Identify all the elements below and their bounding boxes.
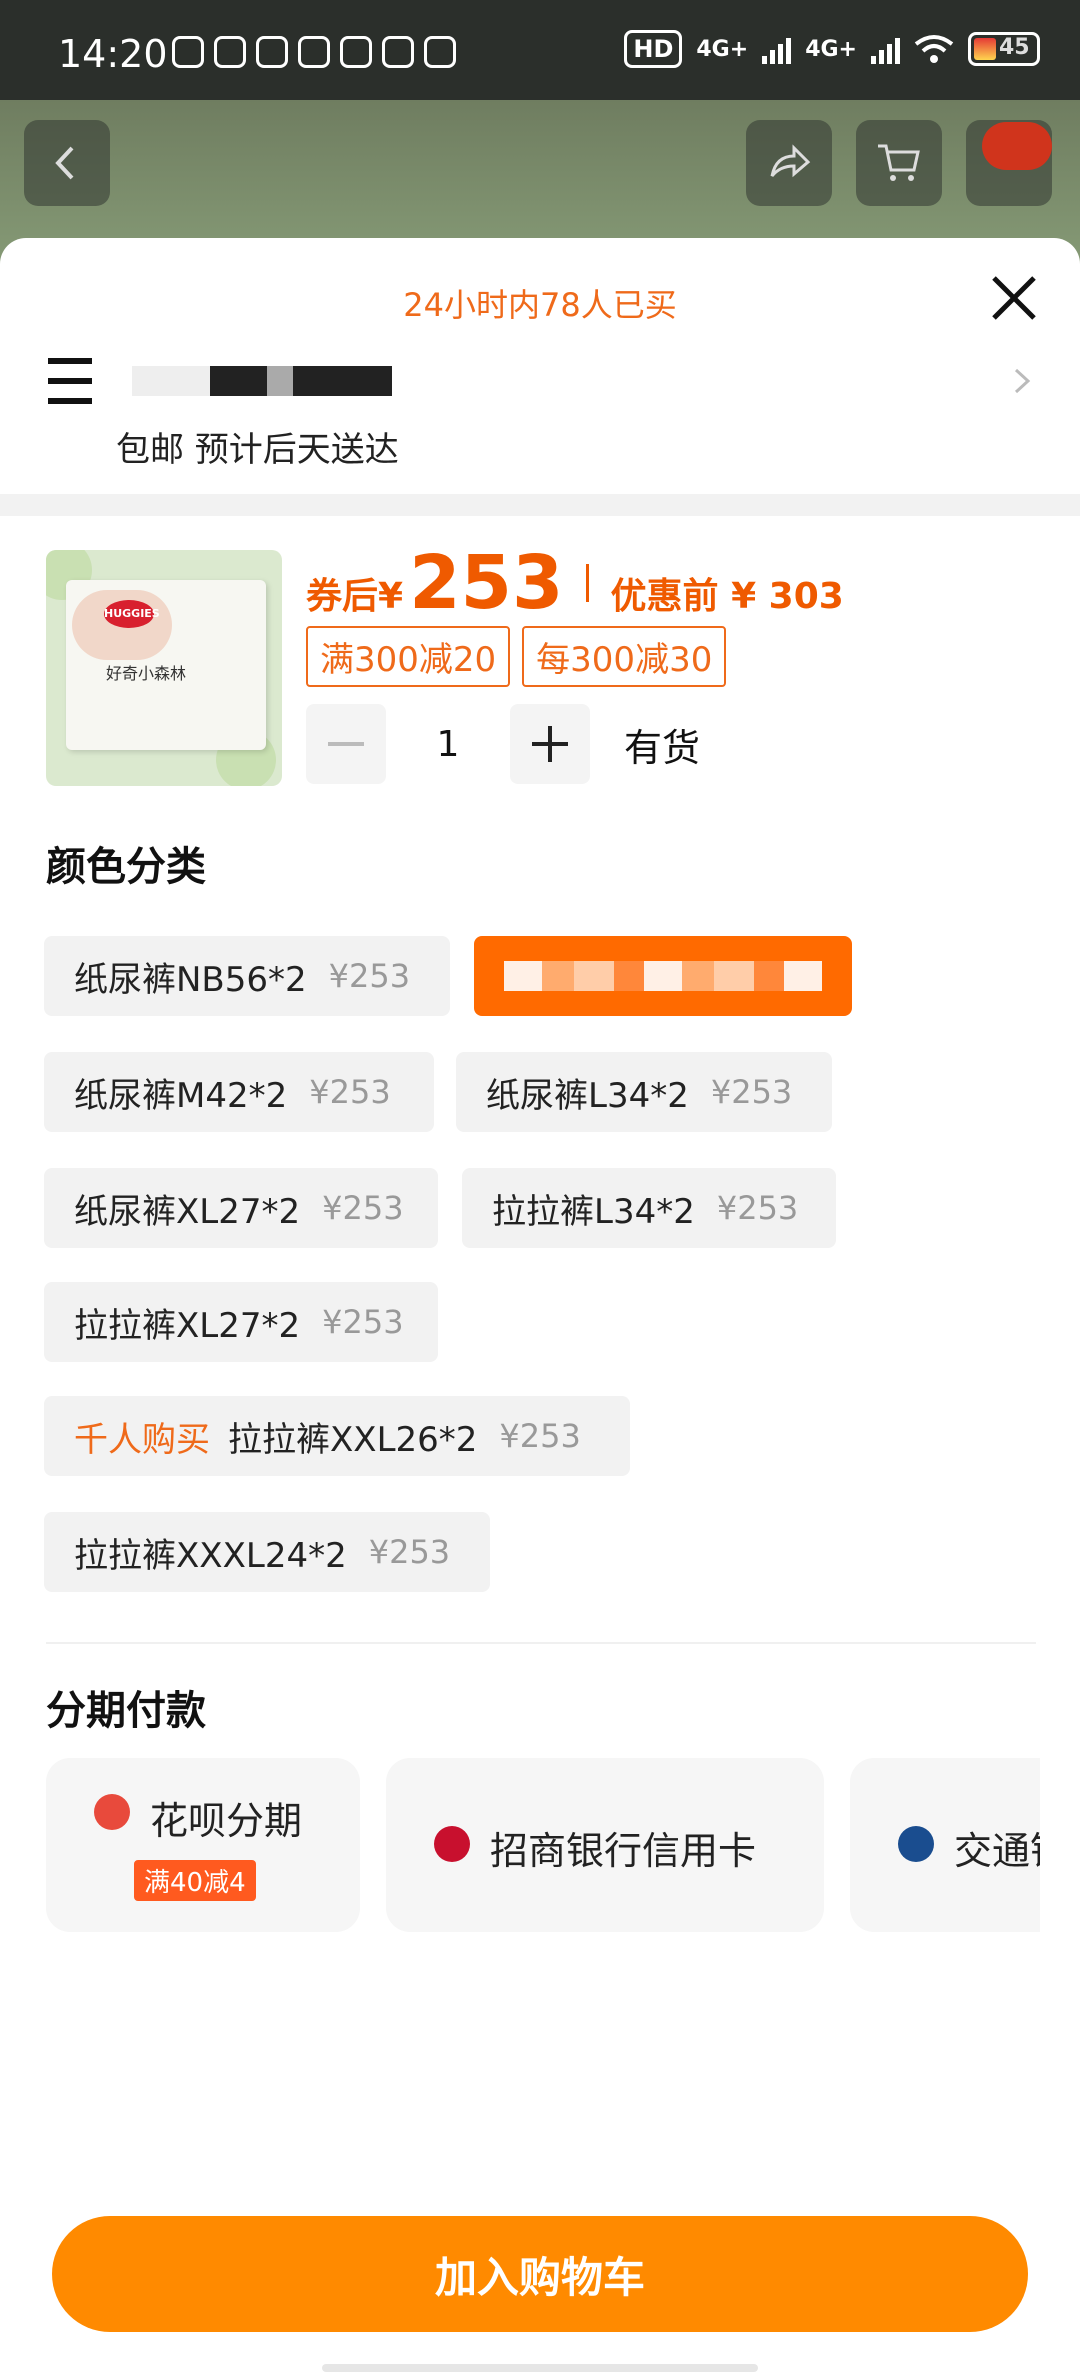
app-notification-icon bbox=[424, 36, 456, 68]
app-notification-icon bbox=[214, 36, 246, 68]
notification-icons bbox=[172, 36, 456, 68]
bought-notice: 24小时内78人已买 bbox=[403, 286, 677, 324]
network-type-1: 4G+ bbox=[696, 36, 749, 62]
back-button[interactable] bbox=[24, 120, 110, 206]
decrease-button[interactable] bbox=[306, 704, 386, 784]
add-to-cart-button[interactable]: 加入购物车 bbox=[52, 2216, 1028, 2332]
section-divider bbox=[46, 1642, 1036, 1644]
status-bar: 14:20 HD 4G+ 4G+ 45 bbox=[0, 0, 1080, 100]
product-thumbnail[interactable]: HUGGIES 好奇小森林 bbox=[46, 550, 282, 786]
installment-section-title: 分期付款 bbox=[46, 1688, 206, 1734]
promo-tag: 每300减30 bbox=[522, 626, 727, 687]
notification-badge bbox=[982, 122, 1052, 170]
app-notification-icon bbox=[340, 36, 372, 68]
hd-icon: HD bbox=[624, 30, 683, 68]
cart-icon bbox=[878, 144, 920, 181]
sku-option-selected[interactable] bbox=[474, 936, 852, 1016]
package-name: 好奇小森林 bbox=[106, 664, 187, 683]
address-text-redacted[interactable] bbox=[132, 366, 392, 396]
installment-option-huabei[interactable]: 花呗分期 满40减4 bbox=[46, 1758, 360, 1932]
cart-button[interactable] bbox=[856, 120, 942, 206]
signal-icon bbox=[871, 34, 900, 64]
price-row: 券后¥ 253 优惠前 ¥ 303 bbox=[306, 540, 844, 626]
hot-label: 千人购买 bbox=[74, 1419, 210, 1460]
installment-badge: 满40减4 bbox=[134, 1860, 256, 1901]
huabei-icon bbox=[94, 1794, 130, 1830]
battery-icon: 45 bbox=[968, 32, 1040, 66]
quantity-stepper: 1 有货 bbox=[306, 704, 700, 784]
coupon-price: 253 bbox=[409, 540, 564, 626]
increase-button[interactable] bbox=[510, 704, 590, 784]
shipping-info: 包邮 预计后天送达 bbox=[116, 430, 399, 470]
quantity-value[interactable]: 1 bbox=[386, 724, 510, 765]
close-icon[interactable] bbox=[986, 270, 1042, 326]
chevron-right-icon[interactable] bbox=[1006, 366, 1036, 396]
sku-option[interactable]: 纸尿裤L34*2 ¥253 bbox=[456, 1052, 832, 1132]
share-button[interactable] bbox=[746, 120, 832, 206]
promo-tags: 满300减20 每300减30 bbox=[306, 626, 727, 687]
installment-option-cmb[interactable]: 招商银行信用卡 bbox=[386, 1758, 824, 1932]
sku-option[interactable]: 拉拉裤XXXL24*2 ¥253 bbox=[44, 1512, 490, 1592]
wifi-icon bbox=[914, 35, 954, 63]
home-indicator bbox=[322, 2364, 758, 2372]
status-time: 14:20 bbox=[58, 32, 168, 76]
share-icon bbox=[770, 144, 811, 178]
sku-option[interactable]: 拉拉裤XL27*2 ¥253 bbox=[44, 1282, 438, 1362]
sku-option[interactable]: 纸尿裤M42*2 ¥253 bbox=[44, 1052, 434, 1132]
app-notification-icon bbox=[298, 36, 330, 68]
app-notification-icon bbox=[256, 36, 288, 68]
color-section-title: 颜色分类 bbox=[46, 844, 206, 890]
original-price: 优惠前 ¥ 303 bbox=[610, 576, 844, 617]
address-icon bbox=[48, 358, 92, 418]
app-notification-icon bbox=[382, 36, 414, 68]
divider bbox=[0, 494, 1080, 516]
sku-option[interactable]: 纸尿裤XL27*2 ¥253 bbox=[44, 1168, 438, 1248]
redacted-option-label bbox=[504, 961, 822, 991]
network-type-2: 4G+ bbox=[805, 36, 857, 62]
brand-logo: HUGGIES bbox=[104, 600, 160, 628]
bocom-icon bbox=[898, 1826, 934, 1862]
sku-option[interactable]: 千人购买 拉拉裤XXL26*2 ¥253 bbox=[44, 1396, 630, 1476]
sku-option[interactable]: 拉拉裤L34*2 ¥253 bbox=[462, 1168, 836, 1248]
app-notification-icon bbox=[172, 36, 204, 68]
chevron-left-icon bbox=[55, 146, 74, 180]
installment-option-bocom[interactable]: 交通银行 bbox=[850, 1758, 1040, 1932]
stock-status: 有货 bbox=[624, 725, 701, 770]
battery-level: 45 bbox=[999, 35, 1030, 60]
promo-tag: 满300减20 bbox=[306, 626, 511, 687]
cmb-icon bbox=[434, 1826, 470, 1862]
sku-option[interactable]: 纸尿裤NB56*2 ¥253 bbox=[44, 936, 450, 1016]
signal-icon bbox=[762, 34, 792, 64]
coupon-price-label: 券后¥ bbox=[306, 576, 404, 617]
minus-icon bbox=[328, 742, 364, 746]
sku-selection-sheet: 24小时内78人已买 包邮 预计后天送达 HUGGIES 好奇小森林 券后¥ 2… bbox=[0, 238, 1080, 2376]
price-separator bbox=[585, 564, 589, 602]
installment-options: 花呗分期 满40减4 招商银行信用卡 交通银行 bbox=[46, 1758, 1040, 1932]
